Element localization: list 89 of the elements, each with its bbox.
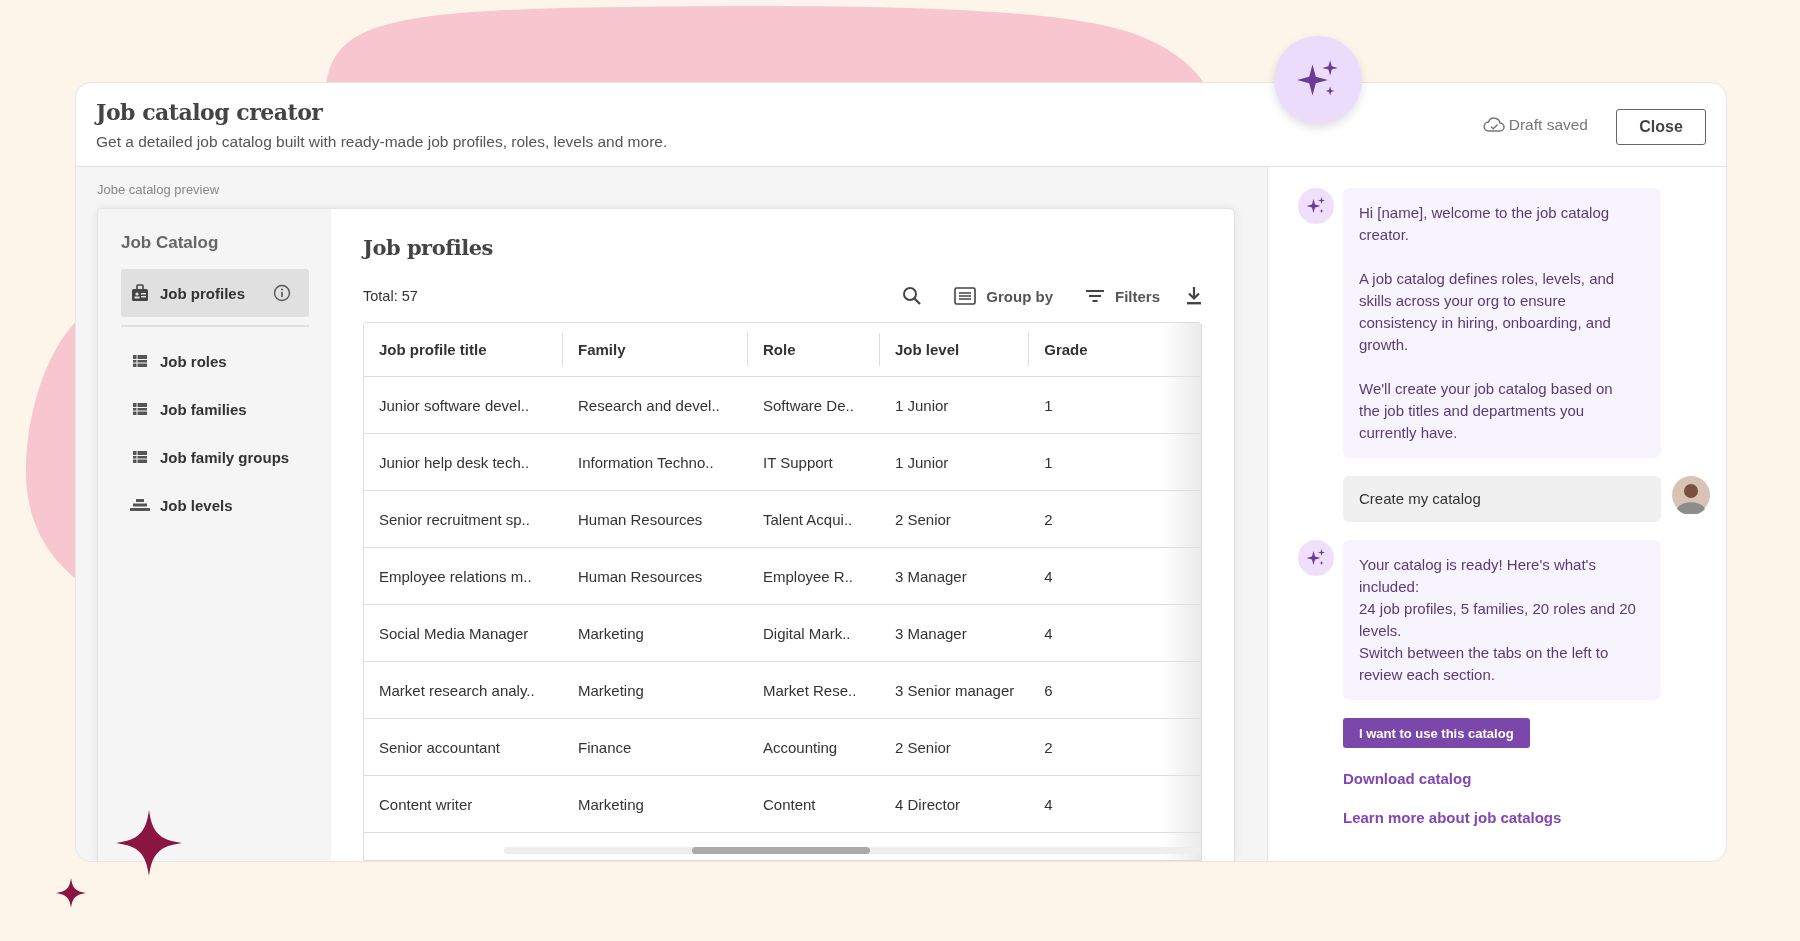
table-cell: Information Techno.. [563, 433, 748, 491]
column-header: Grade [1029, 323, 1140, 377]
table-cell: 3 Manager [880, 547, 1030, 605]
table-cell: Software De.. [748, 376, 880, 434]
table-cell: Market Rese.. [748, 661, 880, 719]
sidebar-item-label: Job family groups [160, 448, 290, 466]
sidebar-item-label: Job families [160, 400, 247, 418]
preview-label: Jobe catalog preview [97, 182, 221, 197]
window-title: Job catalog creator [96, 98, 324, 125]
table-cell: 4 [1029, 775, 1140, 833]
sidebar-item-label: Job roles [160, 352, 227, 370]
sparkle-icon [1274, 36, 1362, 124]
column-header: Role [748, 323, 880, 377]
draft-status: Draft saved [1508, 115, 1588, 134]
table-cell: 2 Senior [880, 718, 1030, 776]
table-cell: 2 [1029, 490, 1140, 548]
table-cell: Employee R.. [748, 547, 880, 605]
filters-button[interactable]: Filters [1085, 287, 1160, 305]
table-cell: IT Support [748, 433, 880, 491]
table-cell: 1 Junior [880, 433, 1030, 491]
table-cell: Content [748, 775, 880, 833]
table-cell: Human Resources [563, 547, 748, 605]
sidebar-item-label: Job levels [160, 496, 233, 514]
column-header: Job profile title [364, 323, 563, 377]
sidebar-item[interactable]: Job families [121, 385, 309, 433]
link[interactable]: Download catalog [1343, 770, 1472, 787]
table-cell: Social Media Manager [364, 604, 563, 662]
close-button[interactable]: Close [1616, 108, 1706, 145]
sparkle-icon [116, 810, 182, 876]
chat-message: Your catalog is ready! Here's what's included: 24 job profiles, 5 families, 20 roles and 20 levels. Switch between the tabs on the left to review each section. [1343, 540, 1661, 700]
table-cell: Talent Acqui.. [748, 490, 880, 548]
column-header: Family [563, 323, 748, 377]
sparkle-icon [1298, 188, 1334, 224]
cloud-check-icon [1482, 116, 1505, 133]
sparkle-icon [56, 877, 86, 909]
table-cell: Finance [563, 718, 748, 776]
scrollbar[interactable] [504, 847, 1201, 854]
table-cell: Junior help desk tech.. [364, 433, 563, 491]
table-cell: Marketing [563, 775, 748, 833]
table-cell: Senior recruitment sp.. [364, 490, 563, 548]
window-subtitle: Get a detailed job catalog built with ready-made job profiles, roles, levels and more. [96, 132, 668, 151]
table-cell: Digital Mark.. [748, 604, 880, 662]
table-cell: Junior software devel.. [364, 376, 563, 434]
id-badge-icon [130, 284, 150, 302]
table-cell: Content writer [364, 775, 563, 833]
table-cell: 3 Senior manager [880, 661, 1030, 719]
sidebar-item[interactable]: Job roles [121, 337, 309, 385]
table-cell: 1 [1029, 376, 1140, 434]
table-icon [130, 450, 150, 464]
table-cell: Marketing [563, 604, 748, 662]
table-cell: Employee relations m.. [364, 547, 563, 605]
search-button[interactable] [902, 286, 923, 306]
total-count: Total: 57 [363, 288, 418, 304]
column-header: Job level [880, 323, 1030, 377]
table-cell: 4 [1029, 604, 1140, 662]
sidebar-item-label: Job profiles [160, 284, 245, 302]
sidebar-item[interactable]: Job family groups [121, 433, 309, 481]
table-cell: Human Resources [563, 490, 748, 548]
table-cell: 2 [1029, 718, 1140, 776]
list-icon [954, 287, 977, 305]
link[interactable]: Learn more about job catalogs [1343, 809, 1562, 826]
chat-message: Hi [name], welcome to the job catalog creator. A job catalog defines roles, levels, and skills across your org to ensure consistency in hiring, onboarding, and growth. We'll create your job catalog based on the job titles and departments you currently have. [1343, 188, 1661, 458]
table-cell: 3 Manager [880, 604, 1030, 662]
sidebar-title: Job Catalog [121, 233, 220, 253]
table-cell: 1 Junior [880, 376, 1030, 434]
sparkle-icon [1298, 540, 1334, 576]
avatar-icon [1672, 476, 1710, 514]
table-cell: 1 [1029, 433, 1140, 491]
table-icon [130, 402, 150, 416]
section-title: Job profiles [363, 235, 494, 260]
table-cell: 2 Senior [880, 490, 1030, 548]
table-cell: Research and devel.. [563, 376, 748, 434]
download-button[interactable] [1186, 286, 1202, 306]
group-by-button[interactable]: Group by [954, 287, 1053, 305]
info-icon [273, 284, 291, 302]
filter-icon [1085, 289, 1105, 303]
table-cell: 6 [1029, 661, 1140, 719]
table-cell: 4 Director [880, 775, 1030, 833]
table-icon [130, 354, 150, 368]
table-cell: Accounting [748, 718, 880, 776]
sidebar-item[interactable]: Job profiles [121, 269, 309, 317]
table-cell: Senior accountant [364, 718, 563, 776]
table-cell: Marketing [563, 661, 748, 719]
table-cell: Market research analy.. [364, 661, 563, 719]
chat-message: Create my catalog [1343, 476, 1661, 522]
stacked-bars-icon [130, 498, 150, 512]
sidebar-item[interactable]: Job levels [121, 481, 309, 529]
use-catalog-button[interactable]: I want to use this catalog [1343, 718, 1530, 748]
table-cell: 4 [1029, 547, 1140, 605]
